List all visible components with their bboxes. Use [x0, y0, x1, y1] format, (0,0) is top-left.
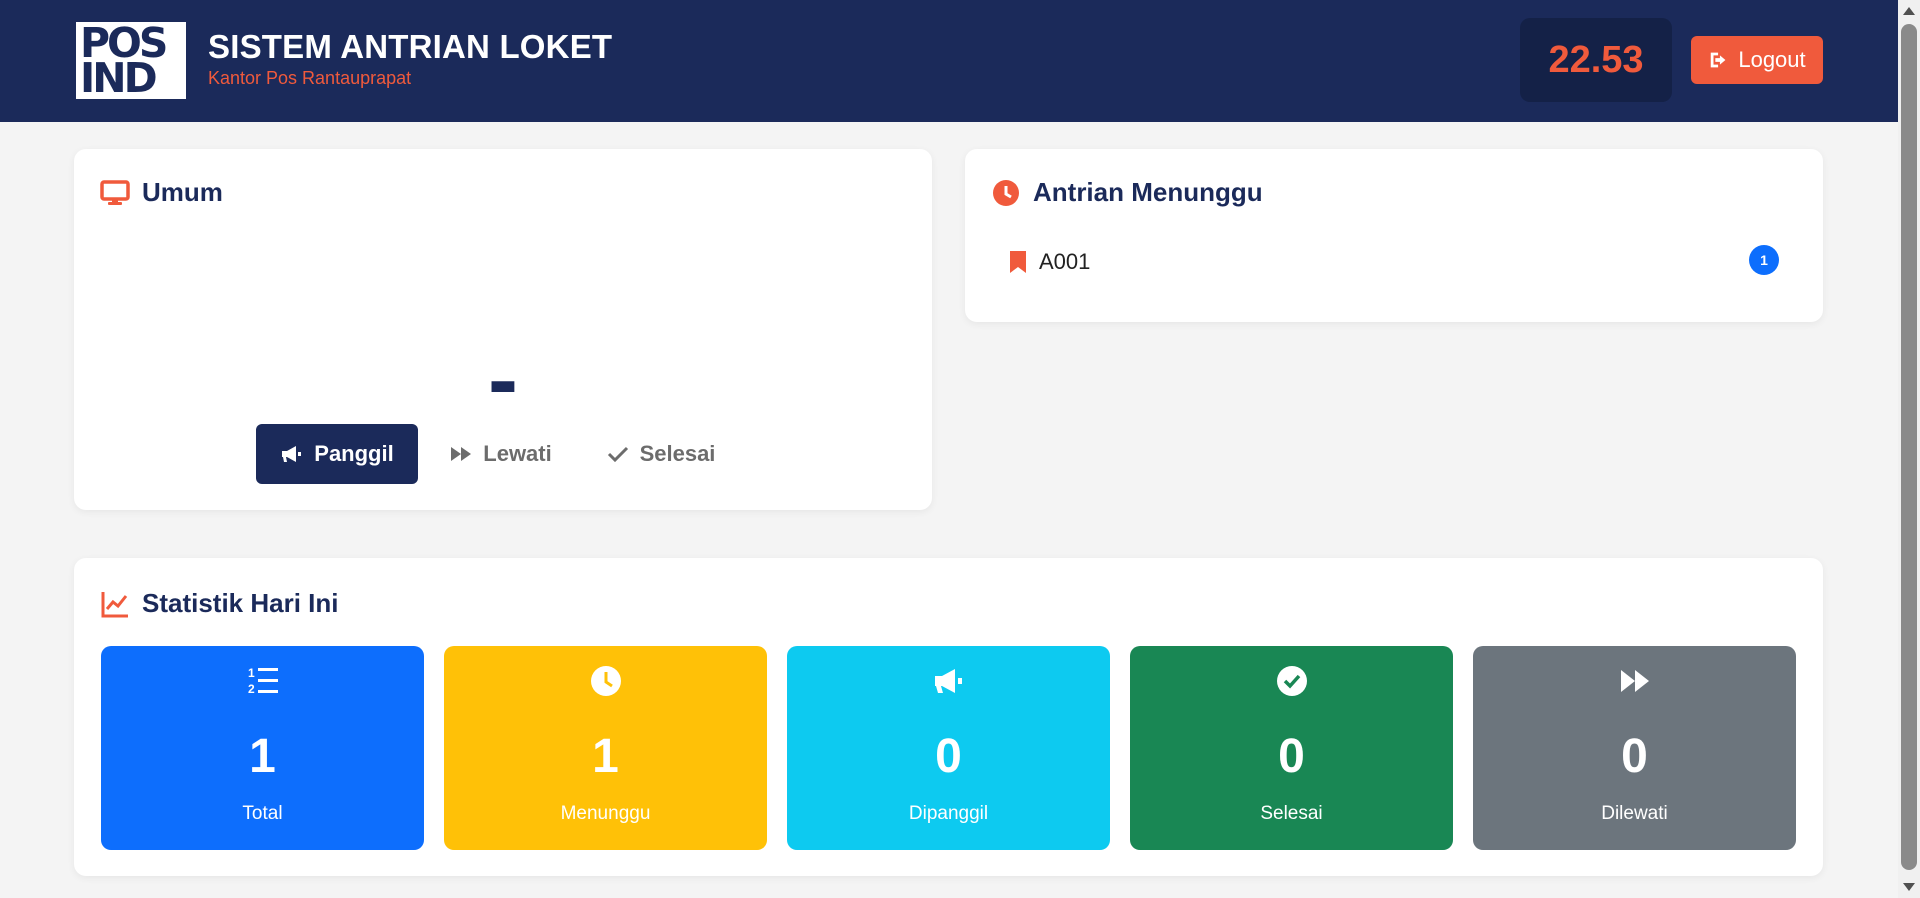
logout-button[interactable]: Logout — [1691, 36, 1823, 84]
app-title: SISTEM ANTRIAN LOKET — [208, 28, 613, 65]
sign-out-icon — [1711, 52, 1726, 68]
statistics-card: Statistik Hari Ini 1 2 1 Total 1 Menungg… — [74, 558, 1823, 876]
svg-text:1: 1 — [248, 666, 255, 680]
scroll-thumb[interactable] — [1901, 24, 1917, 870]
counter-card-title: Umum — [100, 177, 223, 208]
counter-name: Umum — [142, 177, 223, 207]
stat-called-value: 0 — [935, 730, 962, 783]
page-scrollbar[interactable] — [1898, 0, 1920, 898]
scroll-down-arrow-icon[interactable] — [1898, 878, 1920, 896]
waiting-queue-title: Antrian Menunggu — [991, 177, 1263, 208]
queue-code: A001 — [1039, 249, 1091, 274]
stat-done: 0 Selesai — [1130, 646, 1453, 850]
queue-list-item[interactable]: A001 1 — [1009, 245, 1779, 275]
stat-waiting: 1 Menunggu — [444, 646, 767, 850]
logout-label: Logout — [1738, 47, 1806, 72]
stat-total-value: 1 — [249, 730, 276, 783]
office-name: Kantor Pos Rantauprapat — [208, 68, 412, 88]
stat-total: 1 2 1 Total — [101, 646, 424, 850]
stat-waiting-value: 1 — [592, 730, 619, 783]
list-ol-icon: 1 2 — [248, 666, 278, 696]
chart-line-icon — [101, 591, 128, 617]
stat-waiting-label: Menunggu — [560, 803, 651, 824]
stat-skipped: 0 Dilewati — [1473, 646, 1796, 850]
call-label: Panggil — [314, 441, 394, 466]
statistics-heading: Statistik Hari Ini — [142, 588, 339, 618]
check-circle-icon — [1276, 666, 1307, 696]
waiting-queue-heading: Antrian Menunggu — [1033, 177, 1263, 207]
counter-actions: Panggil Lewati Selesai — [256, 424, 738, 484]
stat-total-label: Total — [242, 803, 283, 824]
clock-display: 22.53 — [1520, 18, 1672, 102]
logo-line-2: IND — [80, 53, 158, 102]
stat-called: 0 Dipanggil — [787, 646, 1110, 850]
app-header: POS IND SISTEM ANTRIAN LOKET Kantor Pos … — [0, 0, 1898, 122]
counter-card: Umum - Panggil Lewati Selesai — [74, 149, 932, 510]
posind-logo: POS IND — [74, 20, 188, 101]
current-queue-number: - — [488, 330, 518, 430]
done-label: Selesai — [639, 441, 716, 466]
statistics-row: 1 2 1 Total 1 Menunggu 0 Dipanggil 0 Sel… — [101, 646, 1796, 850]
bookmark-icon — [1010, 251, 1026, 273]
skip-label: Lewati — [483, 441, 552, 466]
skip-button[interactable]: Lewati — [418, 424, 583, 484]
clock-icon — [993, 179, 1019, 206]
scroll-up-arrow-icon[interactable] — [1898, 2, 1920, 20]
stat-skipped-value: 0 — [1621, 730, 1648, 783]
queue-position-badge: 1 — [1749, 245, 1779, 275]
bullhorn-icon — [934, 669, 962, 693]
clock-icon — [590, 666, 621, 696]
forward-icon — [451, 447, 472, 461]
check-icon — [607, 446, 628, 463]
forward-icon — [1620, 670, 1649, 692]
done-button[interactable]: Selesai — [583, 424, 738, 484]
stat-called-label: Dipanggil — [908, 803, 989, 824]
svg-text:2: 2 — [248, 682, 255, 696]
stat-done-value: 0 — [1278, 730, 1305, 783]
desktop-icon — [100, 179, 130, 205]
statistics-title: Statistik Hari Ini — [100, 588, 339, 619]
waiting-queue-card: Antrian Menunggu A001 1 — [965, 149, 1823, 322]
stat-skipped-label: Dilewati — [1601, 803, 1668, 824]
stat-done-label: Selesai — [1260, 803, 1323, 824]
bullhorn-icon — [282, 446, 302, 462]
call-button[interactable]: Panggil — [256, 424, 418, 484]
